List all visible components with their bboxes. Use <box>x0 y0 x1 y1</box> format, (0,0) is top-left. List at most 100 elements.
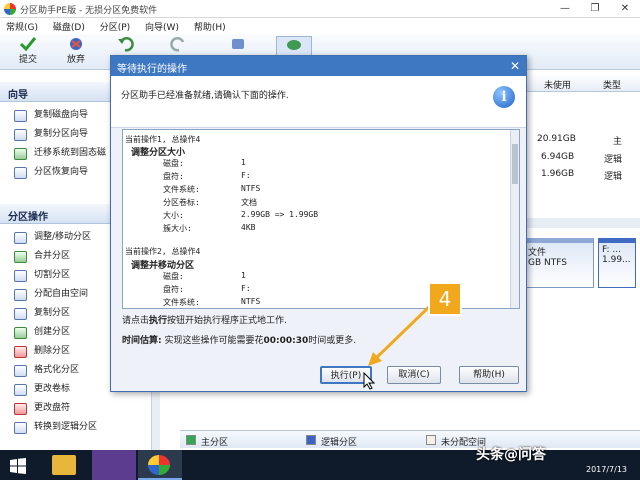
info-icon: i <box>493 86 515 108</box>
op-name: 调整并移动分区 <box>131 261 195 271</box>
legend-primary: 主分区 <box>186 435 228 448</box>
resize-icon <box>14 232 27 244</box>
unused-cell: 6.94GB <box>541 152 575 162</box>
unused-cell: 20.91GB <box>537 134 576 144</box>
execute-hint: 请点击执行按钮开始执行程序正式地工作. <box>122 316 287 326</box>
clock-date: 2017/7/13 <box>586 465 628 474</box>
type-cell: 主 <box>613 137 623 147</box>
logical-swatch-icon <box>306 435 316 445</box>
legend-logical: 逻辑分区 <box>306 435 357 448</box>
partition-recovery-wizard[interactable]: 分区恢复向导 <box>14 164 88 183</box>
scroll-thumb[interactable] <box>512 144 518 184</box>
type-cell: 逻辑 <box>604 155 623 165</box>
copy-partition[interactable]: 复制分区 <box>14 305 70 324</box>
dialog-message-area: 分区助手已经准备就绪,请确认下面的操作. i <box>111 76 526 128</box>
step-badge: 4 <box>428 282 462 316</box>
create-partition[interactable]: 创建分区 <box>14 324 70 343</box>
migrate-os-ssd-wizard[interactable]: 迁移系统到固态磁 <box>14 145 106 164</box>
disk-copy-icon <box>14 110 27 122</box>
migrate-icon <box>14 148 27 160</box>
dialog-message: 分区助手已经准备就绪,请确认下面的操作. <box>121 91 289 101</box>
mouse-cursor-icon <box>363 372 375 390</box>
unallocated-swatch-icon <box>426 435 436 445</box>
merge-partition[interactable]: 合并分区 <box>14 248 70 267</box>
disk-block-size: GB NTFS <box>528 258 567 268</box>
redo-button[interactable] <box>160 36 196 52</box>
op-header: 当前操作2, 总操作4 <box>125 247 201 256</box>
split-icon <box>14 270 27 282</box>
close-window-button[interactable]: ✕ <box>610 0 640 18</box>
allocate-icon <box>14 289 27 301</box>
discard-button[interactable]: 放弃 <box>58 36 94 65</box>
restore-button[interactable]: ❐ <box>580 0 610 18</box>
disk-icon <box>287 40 301 50</box>
change-label[interactable]: 更改卷标 <box>14 381 70 400</box>
partition-copy-icon <box>14 129 27 141</box>
copy-partition-wizard[interactable]: 复制分区向导 <box>14 126 88 145</box>
menu-wizard[interactable]: 向导(W) <box>139 18 185 35</box>
type-cell: 逻辑 <box>604 172 623 182</box>
title-bar: 分区助手PE版 - 无损分区免费软件 — ❐ ✕ <box>0 0 640 18</box>
checkmark-icon <box>19 37 37 52</box>
format-partition[interactable]: 格式化分区 <box>14 362 79 381</box>
horizontal-scrollbar[interactable] <box>527 218 640 228</box>
change-drive-letter[interactable]: 更改盘符 <box>14 400 70 419</box>
op-header: 当前操作1, 总操作4 <box>125 135 201 144</box>
primary-swatch-icon <box>186 435 196 445</box>
menu-general[interactable]: 常规(G) <box>0 18 44 35</box>
format-icon <box>14 365 27 377</box>
convert-to-logical[interactable]: 转换到逻辑分区 <box>14 419 97 438</box>
taskbar-app-icon[interactable] <box>92 450 136 480</box>
undo-button[interactable] <box>108 36 144 52</box>
legend-bar: 主分区 逻辑分区 未分配空间 <box>180 430 640 448</box>
disk-block-selected[interactable]: F: ... 1.99... <box>598 238 636 288</box>
merge-icon <box>14 251 27 263</box>
delete-icon <box>14 346 27 358</box>
pending-operations-dialog: 等待执行的操作 ✕ 分区助手已经准备就绪,请确认下面的操作. i 当前操作1, … <box>110 55 527 392</box>
commit-label: 提交 <box>18 55 37 65</box>
disk-block[interactable]: 文件 GB NTFS <box>524 238 594 288</box>
copy-icon <box>14 308 27 320</box>
window-title: 分区助手PE版 - 无损分区免费软件 <box>20 6 158 16</box>
app-logo-icon <box>4 3 16 15</box>
refresh-icon <box>232 39 244 49</box>
allocate-free-space[interactable]: 分配自由空间 <box>14 286 88 305</box>
windows-start-icon[interactable] <box>10 458 26 474</box>
redo-icon <box>170 37 185 52</box>
refresh-button[interactable] <box>220 36 256 52</box>
app-logo-icon <box>148 455 170 475</box>
resize-move-partition[interactable]: 调整/移动分区 <box>14 229 91 248</box>
col-type: 类型 <box>603 81 622 91</box>
watermark: 头条@问答 <box>476 447 546 463</box>
menu-help[interactable]: 帮助(H) <box>188 18 232 35</box>
dialog-title: 等待执行的操作 <box>111 56 526 76</box>
discard-icon <box>70 38 82 50</box>
col-unused: 未使用 <box>544 81 572 91</box>
help-button[interactable]: 帮助(H) <box>459 366 519 384</box>
discard-label: 放弃 <box>66 55 85 65</box>
disk-block-size: 1.99... <box>602 255 631 265</box>
time-estimate: 时间估算: 实现这些操作可能需要花00:00:30时间或更多. <box>122 336 357 346</box>
dialog-close-icon[interactable]: ✕ <box>506 57 524 75</box>
copy-disk-wizard[interactable]: 复制磁盘向导 <box>14 107 88 126</box>
undo-icon <box>118 37 134 52</box>
create-icon <box>14 327 27 339</box>
unused-cell: 1.96GB <box>541 169 575 179</box>
menu-partition[interactable]: 分区(P) <box>94 18 136 35</box>
delete-partition[interactable]: 删除分区 <box>14 343 70 362</box>
disk-block-label: 文件 <box>528 248 547 258</box>
operations-list-scrollbar[interactable] <box>510 130 519 308</box>
partition-assistant-taskbar-icon[interactable] <box>138 450 182 480</box>
minimize-button[interactable]: — <box>550 0 580 18</box>
label-icon <box>14 384 27 396</box>
op-name: 调整分区大小 <box>131 148 186 158</box>
commit-button[interactable]: 提交 <box>10 36 46 65</box>
menu-disk[interactable]: 磁盘(D) <box>47 18 91 35</box>
convert-icon <box>14 422 27 434</box>
disk-map: 文件 GB NTFS F: ... 1.99... <box>520 238 640 288</box>
disk-block-label: F: ... <box>602 245 621 255</box>
file-explorer-icon[interactable] <box>52 455 76 475</box>
recovery-icon <box>14 167 27 179</box>
split-partition[interactable]: 切割分区 <box>14 267 70 286</box>
menu-bar: 常规(G) 磁盘(D) 分区(P) 向导(W) 帮助(H) <box>0 18 640 34</box>
